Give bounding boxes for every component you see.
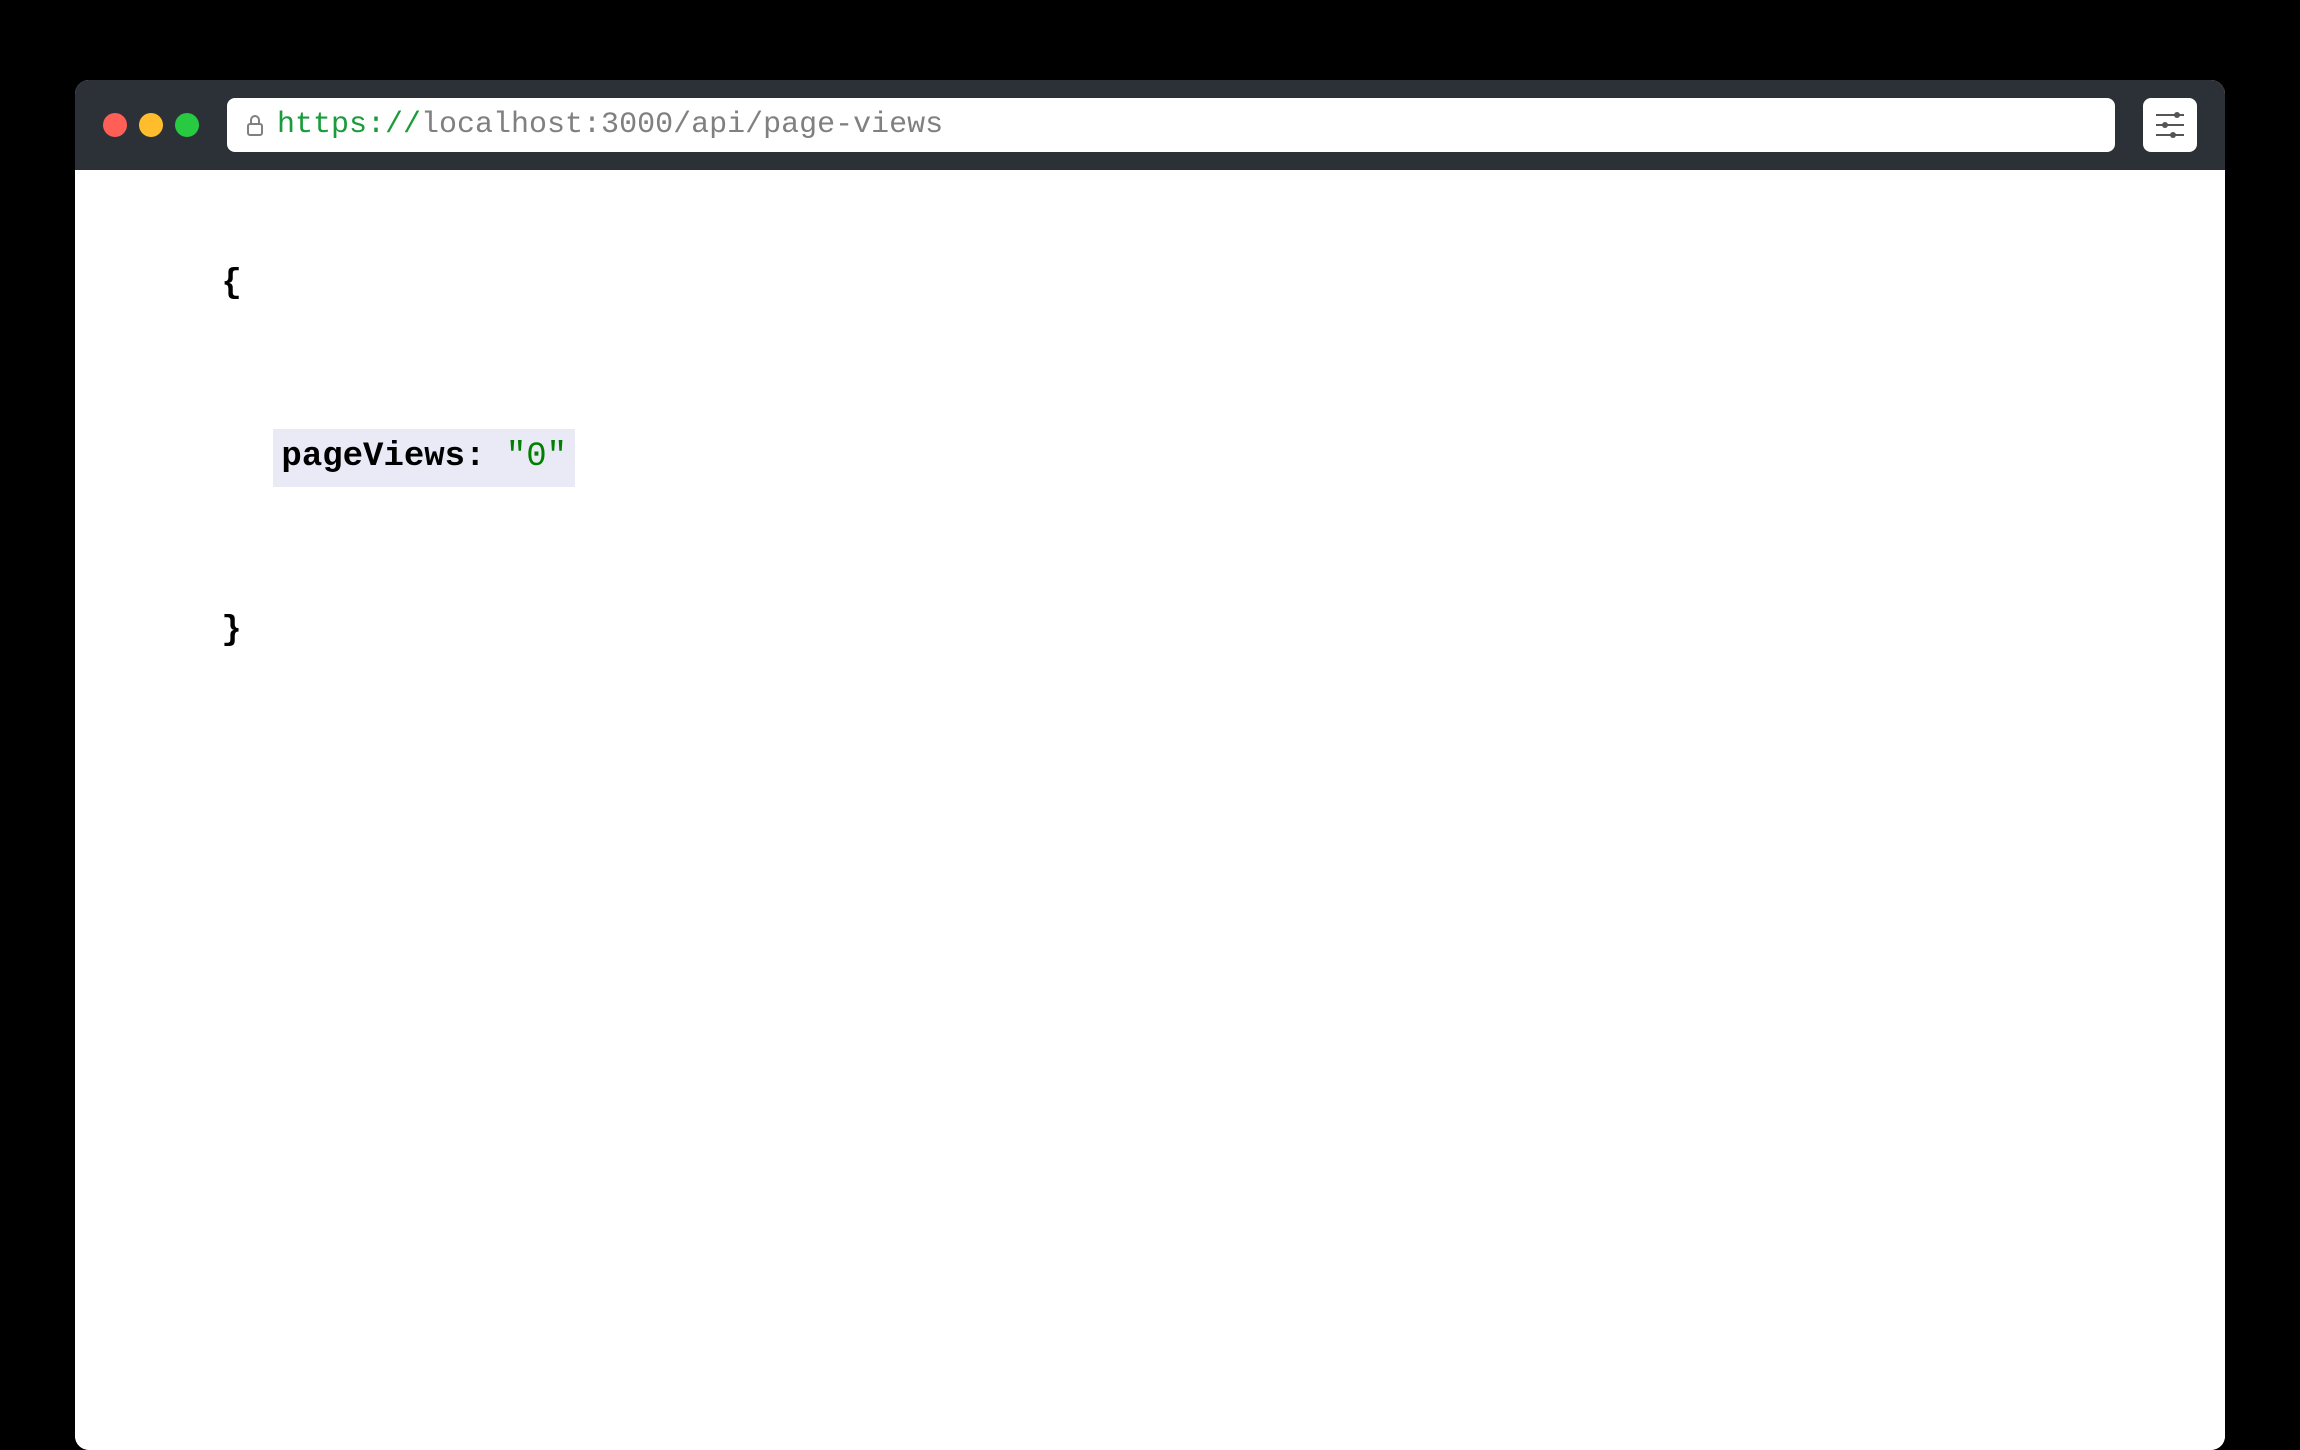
url-protocol: https:// bbox=[277, 108, 421, 142]
response-body: { pageViews: "0" } bbox=[75, 170, 2225, 1450]
url-path: localhost:3000/api/page-views bbox=[421, 108, 943, 142]
window-controls bbox=[103, 113, 199, 137]
address-bar[interactable]: https://localhost:3000/api/page-views bbox=[227, 98, 2115, 152]
minimize-window-button[interactable] bbox=[139, 113, 163, 137]
settings-button[interactable] bbox=[2143, 98, 2197, 152]
json-property: pageViews: "0" bbox=[273, 429, 575, 487]
json-key: pageViews: bbox=[281, 438, 485, 476]
url-text: https://localhost:3000/api/page-views bbox=[277, 108, 943, 142]
json-brace-close: } bbox=[221, 612, 241, 650]
lock-icon bbox=[245, 113, 265, 137]
json-value: "0" bbox=[506, 438, 567, 476]
browser-window: https://localhost:3000/api/page-views { … bbox=[75, 80, 2225, 1450]
settings-icon bbox=[2156, 114, 2184, 136]
close-window-button[interactable] bbox=[103, 113, 127, 137]
maximize-window-button[interactable] bbox=[175, 113, 199, 137]
browser-title-bar: https://localhost:3000/api/page-views bbox=[75, 80, 2225, 170]
json-brace-open: { bbox=[221, 265, 241, 303]
